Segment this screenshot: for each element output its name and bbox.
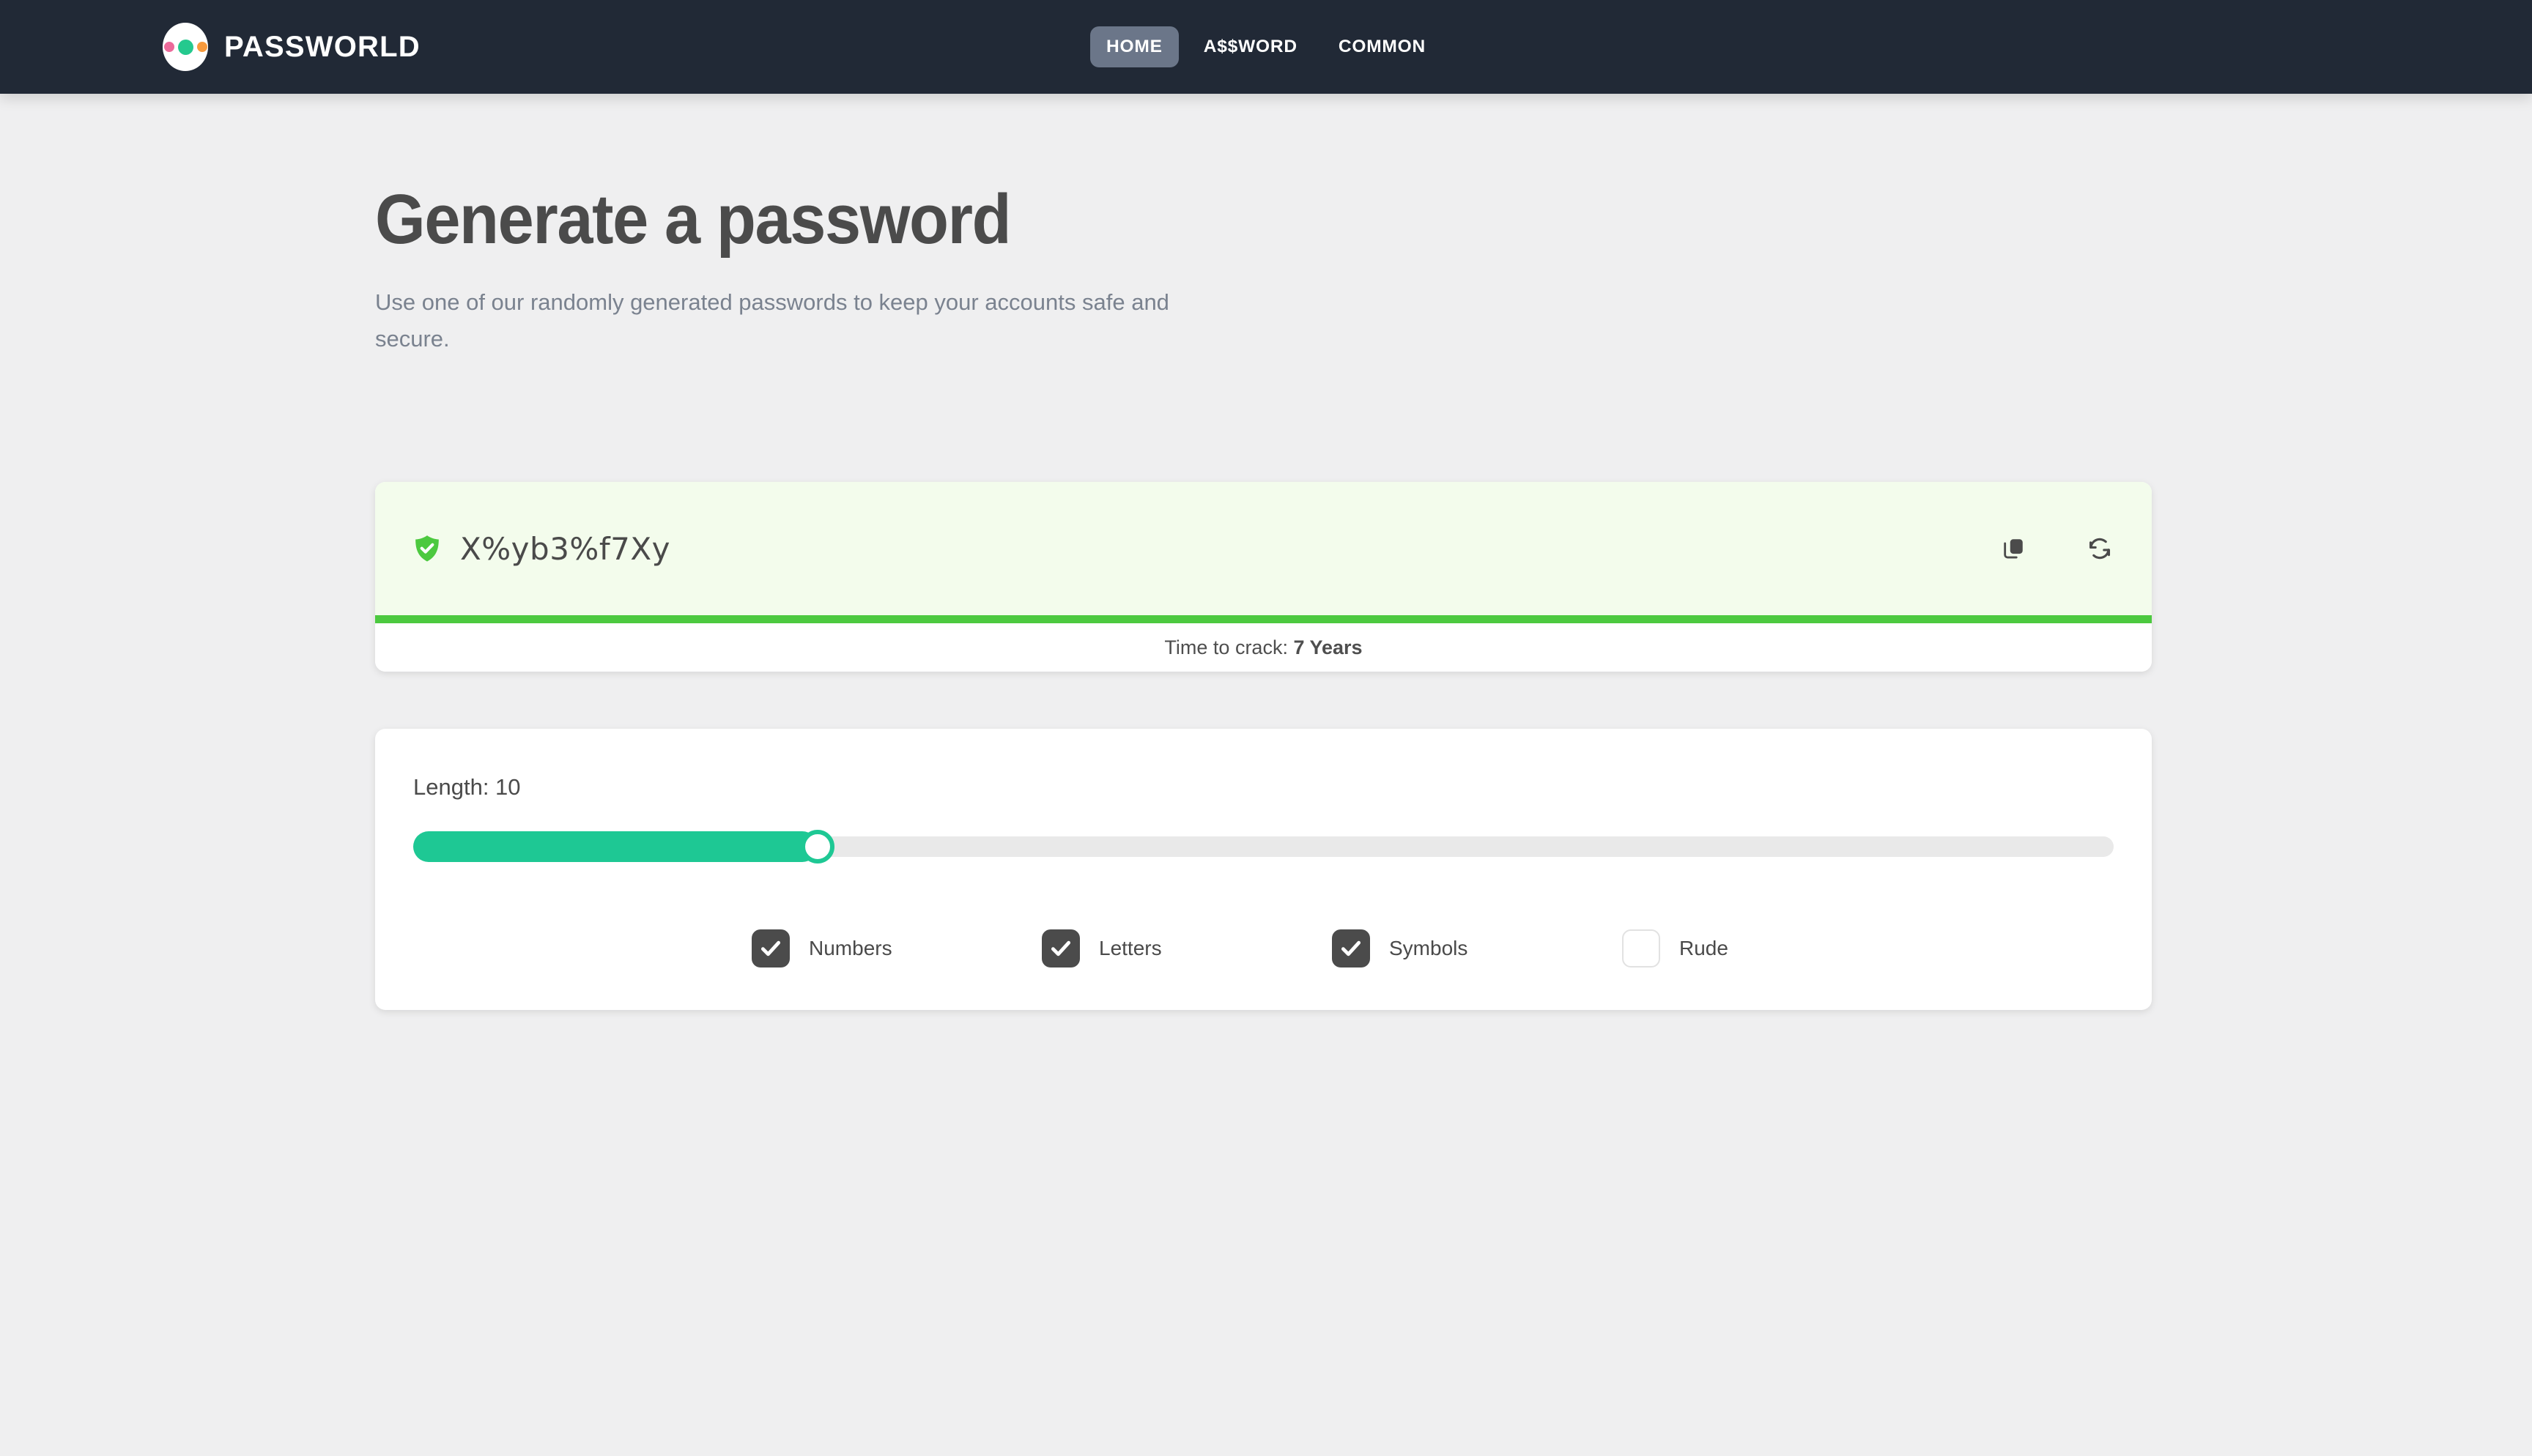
nav-item-common[interactable]: COMMON xyxy=(1322,26,1442,67)
copy-icon xyxy=(2001,536,2026,561)
refresh-icon xyxy=(2087,536,2112,561)
site-header: PASSWORLD HOME A$$WORD COMMON xyxy=(0,0,2532,94)
generated-password-value[interactable]: X%yb3%f7Xy xyxy=(460,531,670,567)
option-letters[interactable]: Letters xyxy=(1042,929,1332,967)
options-row: Numbers Letters Symbols xyxy=(413,929,2114,967)
logo-icon xyxy=(163,23,208,71)
length-slider[interactable] xyxy=(413,831,2114,862)
crack-time-row: Time to crack: 7 Years xyxy=(375,623,2152,672)
logo-dot-orange xyxy=(197,42,207,52)
option-numbers[interactable]: Numbers xyxy=(752,929,1042,967)
brand-logo[interactable]: PASSWORLD xyxy=(163,23,421,71)
nav-item-assword[interactable]: A$$WORD xyxy=(1188,26,1314,67)
brand-name: PASSWORLD xyxy=(224,31,421,64)
copy-button[interactable] xyxy=(1996,532,2030,565)
crack-time-value: 7 Years xyxy=(1293,636,1362,658)
settings-card: Length: 10 Numbers xyxy=(375,729,2152,1010)
strength-bar xyxy=(375,615,2152,623)
shield-check-icon xyxy=(413,534,441,563)
option-rude[interactable]: Rude xyxy=(1622,929,1912,967)
slider-thumb[interactable] xyxy=(801,830,834,863)
length-label: Length: 10 xyxy=(413,774,2114,801)
checkbox-letters[interactable] xyxy=(1042,929,1080,967)
password-card: X%yb3%f7Xy xyxy=(375,482,2152,672)
refresh-button[interactable] xyxy=(2083,532,2117,565)
option-label-symbols: Symbols xyxy=(1389,937,1467,960)
crack-time-label: Time to crack: xyxy=(1164,636,1288,658)
checkbox-symbols[interactable] xyxy=(1332,929,1370,967)
checkbox-numbers[interactable] xyxy=(752,929,790,967)
checkbox-rude[interactable] xyxy=(1622,929,1660,967)
page-subtitle: Use one of our randomly generated passwo… xyxy=(375,284,1188,357)
main-nav: HOME A$$WORD COMMON xyxy=(1090,26,1442,67)
main-content: Generate a password Use one of our rando… xyxy=(0,94,2532,1010)
logo-dot-green xyxy=(178,40,193,55)
option-label-letters: Letters xyxy=(1099,937,1162,960)
option-symbols[interactable]: Symbols xyxy=(1332,929,1622,967)
option-label-numbers: Numbers xyxy=(809,937,892,960)
logo-dot-pink xyxy=(164,42,174,52)
nav-item-home[interactable]: HOME xyxy=(1090,26,1179,67)
password-actions xyxy=(1996,532,2117,565)
password-display-row: X%yb3%f7Xy xyxy=(375,482,2152,615)
slider-fill xyxy=(413,831,818,862)
option-label-rude: Rude xyxy=(1679,937,1728,960)
page-title: Generate a password xyxy=(375,185,2359,255)
